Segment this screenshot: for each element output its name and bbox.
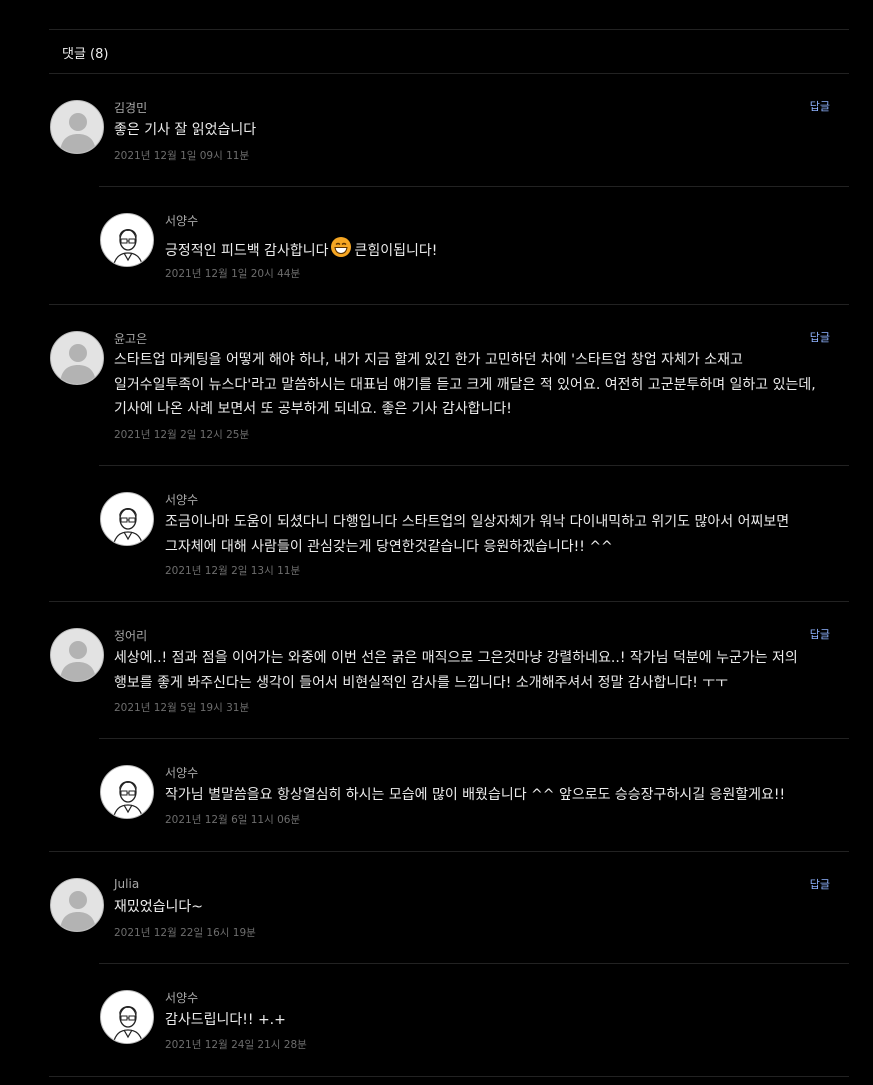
default-user-icon [60,641,96,681]
comment-date: 2021년 12월 2일 12시 25분 [114,429,250,441]
divider [49,851,849,852]
reply-date: 2021년 12월 1일 20시 44분 [165,268,301,280]
comment-text-line: 스타트업 마케팅을 어떻게 해야 하나, 내가 지금 할게 있긴 한가 고민하던… [114,352,743,368]
divider [99,465,849,466]
comment-author: 김경민 [114,101,148,115]
comment-date: 2021년 12월 22일 16시 19분 [114,927,256,939]
avatar-default [50,878,104,932]
reply-date: 2021년 12월 6일 11시 06분 [165,814,301,826]
reply-button[interactable]: 답글 [796,329,830,345]
divider [49,1076,849,1077]
reply-author: 서양수 [165,214,199,228]
default-user-icon [60,113,96,153]
divider [49,304,849,305]
comment-text-line: 세상에..! 점과 점을 이어가는 와중에 이번 선은 굵은 매직으로 그은것마… [114,650,798,666]
reply-text-line: 조금이나마 도움이 되셨다니 다행입니다 스타트업의 일상자체가 워낙 다이내믹… [165,514,790,530]
divider [99,963,849,964]
reply-text: 감사드립니다!! +.+ [165,1012,286,1028]
comments-section: 댓글 (8) 김경민 답글 좋은 기사 잘 읽었습니다 2021년 12월 1일… [0,0,873,1085]
reply-date: 2021년 12월 24일 21시 28분 [165,1039,307,1051]
reply-text-line: 그자체에 대해 사람들이 관심갖는게 당연한것같습니다 응원하겠습니다!! ^^ [165,539,613,555]
avatar-default [50,331,104,385]
comment-date: 2021년 12월 1일 09시 11분 [114,150,250,162]
grinning-face-icon [330,236,352,266]
reply-date: 2021년 12월 2일 13시 11분 [165,565,301,577]
divider [99,186,849,187]
comment-author: 정어리 [114,629,148,643]
avatar-author [100,492,154,546]
reply-author: 서양수 [165,493,199,507]
author-portrait-icon [112,508,144,545]
comment-text: 재밌었습니다~ [114,899,204,915]
reply-author: 서양수 [165,766,199,780]
avatar-author [100,213,154,267]
comment-text-line: 행보를 좋게 봐주신다는 생각이 들어서 비현실적인 감사를 느낍니다! 소개해… [114,675,729,691]
reply-text-part: 큰힘이됩니다! [354,243,438,259]
divider [99,738,849,739]
comment-count: 댓글 (8) [62,47,109,62]
divider [49,73,849,74]
comment-author: 윤고은 [114,332,148,346]
reply-text-part: 긍정적인 피드백 감사합니다 [165,243,329,259]
reply-button[interactable]: 답글 [796,626,830,642]
author-portrait-icon [112,781,144,818]
avatar-author [100,990,154,1044]
default-user-icon [60,891,96,931]
divider [49,29,849,30]
avatar-default [50,628,104,682]
avatar-author [100,765,154,819]
reply-author: 서양수 [165,991,199,1005]
divider [49,601,849,602]
comment-text-line: 일거수일투족이 뉴스다'라고 말씀하시는 대표님 얘기를 듣고 크게 깨달은 적… [114,377,816,393]
avatar-default [50,100,104,154]
reply-button[interactable]: 답글 [796,98,830,114]
reply-button[interactable]: 답글 [796,876,830,892]
reply-text: 작가님 별말씀을요 항상열심히 하시는 모습에 많이 배웠습니다 ^^ 앞으로도… [165,787,786,803]
author-portrait-icon [112,229,144,266]
author-portrait-icon [112,1006,144,1043]
comment-date: 2021년 12월 5일 19시 31분 [114,702,250,714]
comment-text: 좋은 기사 잘 읽었습니다 [114,122,257,138]
comment-text-line: 기사에 나온 사례 보면서 또 공부하게 되네요. 좋은 기사 감사합니다! [114,401,512,417]
default-user-icon [60,344,96,384]
comment-author: Julia [114,877,140,891]
reply-text: 긍정적인 피드백 감사합니다 큰힘이됩니다! [165,236,437,266]
